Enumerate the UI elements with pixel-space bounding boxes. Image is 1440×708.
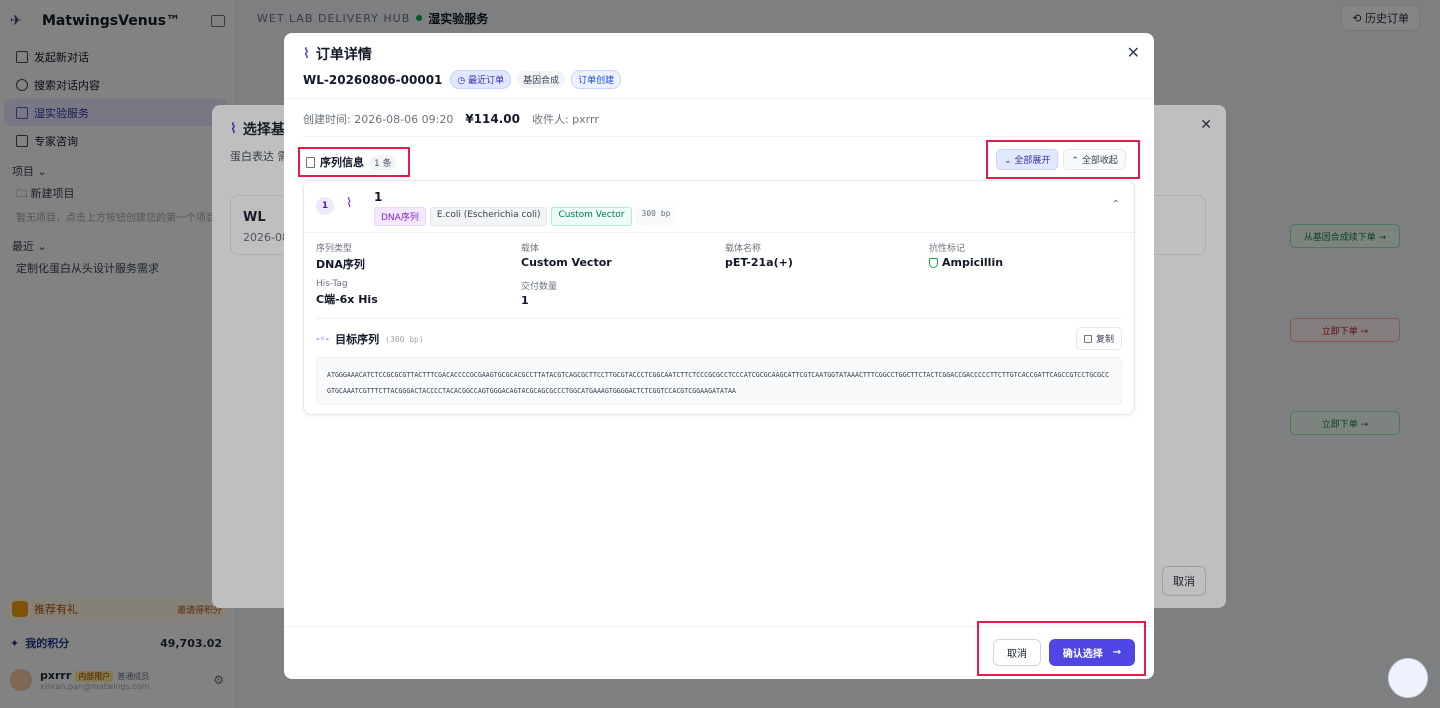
field-vector: 载体 Custom Vector — [521, 241, 612, 269]
sequence-card: 1 ⌇ 1 DNA序列 E.coli (Escherichia coli) Cu… — [303, 180, 1135, 415]
field-value: Custom Vector — [521, 256, 612, 269]
chevron-up-icon[interactable]: ⌃ — [1112, 199, 1120, 210]
target-sequence-label: 目标序列 — [335, 333, 380, 346]
tag-length: 300 bp — [635, 207, 677, 226]
modal-title-text: 订单详情 — [315, 47, 372, 63]
created-time: 创建时间: 2026-08-06 09:20 — [303, 113, 454, 126]
sequence-name: 1 — [374, 190, 383, 204]
recipient: 收件人: pxrrr — [531, 113, 599, 126]
tag-vector: Custom Vector — [551, 207, 632, 226]
field-resistance: 抗性标记 Ampicillin — [929, 241, 1003, 269]
collapse-all-label: 全部收起 — [1081, 156, 1118, 166]
order-id: WL-20260806-00001 — [303, 72, 443, 87]
field-key: 序列类型 — [316, 244, 353, 254]
field-value: pET-21a(+) — [725, 256, 793, 269]
target-sequence-header: -◦- 目标序列 (300 bp) — [316, 331, 424, 347]
shield-icon — [929, 257, 938, 268]
expand-all-button[interactable]: ⌄ 全部展开 — [996, 149, 1059, 170]
field-quantity: 交付数量 1 — [521, 279, 557, 307]
copy-icon — [1083, 334, 1092, 343]
arrow-right-icon: → — [1112, 647, 1122, 658]
order-meta: 创建时间: 2026-08-06 09:20 ¥114.00 收件人: pxrr… — [303, 111, 599, 127]
section-label: 序列信息 — [320, 156, 364, 169]
divider — [316, 318, 1122, 319]
field-value: DNA序列 — [316, 258, 365, 271]
support-headset-icon[interactable] — [1388, 658, 1428, 698]
field-his-tag: His-Tag C端-6x His — [316, 279, 378, 307]
copy-button[interactable]: 复制 — [1075, 327, 1122, 350]
modal-title: ⌇ 订单详情 — [303, 44, 372, 64]
divider — [303, 136, 1135, 137]
cancel-button[interactable]: 取消 — [993, 639, 1041, 666]
dna-icon: ⌇ — [303, 46, 310, 62]
field-value: C端-6x His — [316, 293, 378, 306]
tag-dna-type: DNA序列 — [374, 207, 426, 226]
field-key: His-Tag — [316, 279, 348, 289]
field-key: 载体名称 — [725, 244, 762, 254]
tag-order-created: 订单创建 — [571, 70, 622, 89]
confirm-select-button[interactable]: 确认选择 → — [1049, 639, 1135, 666]
resistance-value: Ampicillin — [942, 256, 1004, 269]
tag-host: E.coli (Escherichia coli) — [429, 207, 548, 226]
sequence-card-header[interactable]: 1 ⌇ 1 DNA序列 E.coli (Escherichia coli) Cu… — [304, 181, 1134, 233]
copy-label: 复制 — [1095, 335, 1114, 345]
dna-icon: ⌇ — [346, 196, 353, 211]
field-value: Ampicillin — [929, 256, 1003, 269]
field-value: 1 — [521, 294, 529, 307]
order-id-row: WL-20260806-00001 ◷ 最近订单 基因合成 订单创建 — [303, 70, 622, 89]
field-vector-name: 载体名称 pET-21a(+) — [725, 241, 793, 269]
sequence-tags: DNA序列 E.coli (Escherichia coli) Custom V… — [374, 207, 677, 226]
close-icon[interactable]: ✕ — [1127, 43, 1140, 62]
order-price: ¥114.00 — [465, 112, 520, 126]
target-sequence-length: (300 bp) — [385, 334, 424, 344]
dna-sequence-text: ATGGGAAACATCTCCGCGCGTTACTTTCGACACCCCGCGA… — [316, 357, 1122, 405]
section-count-badge: 1 条 — [369, 154, 397, 170]
field-key: 载体 — [521, 244, 540, 254]
expand-all-label: 全部展开 — [1014, 156, 1051, 166]
modal-header: ⌇ 订单详情 ✕ WL-20260806-00001 ◷ 最近订单 基因合成 订… — [284, 33, 1154, 99]
order-detail-modal: ⌇ 订单详情 ✕ WL-20260806-00001 ◷ 最近订单 基因合成 订… — [284, 33, 1154, 679]
field-key: 交付数量 — [521, 282, 558, 292]
collapse-all-button[interactable]: ⌃ 全部收起 — [1063, 149, 1126, 170]
sequence-section-header: 序列信息 1 条 — [298, 147, 410, 177]
sequence-index: 1 — [316, 197, 334, 215]
tag-gene-synthesis: 基因合成 — [517, 71, 566, 88]
tag-recent-text: 最近订单 — [468, 76, 505, 86]
tag-recent: ◷ 最近订单 — [450, 70, 512, 89]
field-key: 抗性标记 — [929, 244, 966, 254]
field-seq-type: 序列类型 DNA序列 — [316, 241, 365, 272]
document-icon — [306, 156, 315, 168]
confirm-label: 确认选择 — [1062, 649, 1103, 660]
sequence-wave-icon: -◦- — [316, 333, 330, 345]
expand-controls: ⌄ 全部展开 ⌃ 全部收起 — [986, 140, 1140, 179]
